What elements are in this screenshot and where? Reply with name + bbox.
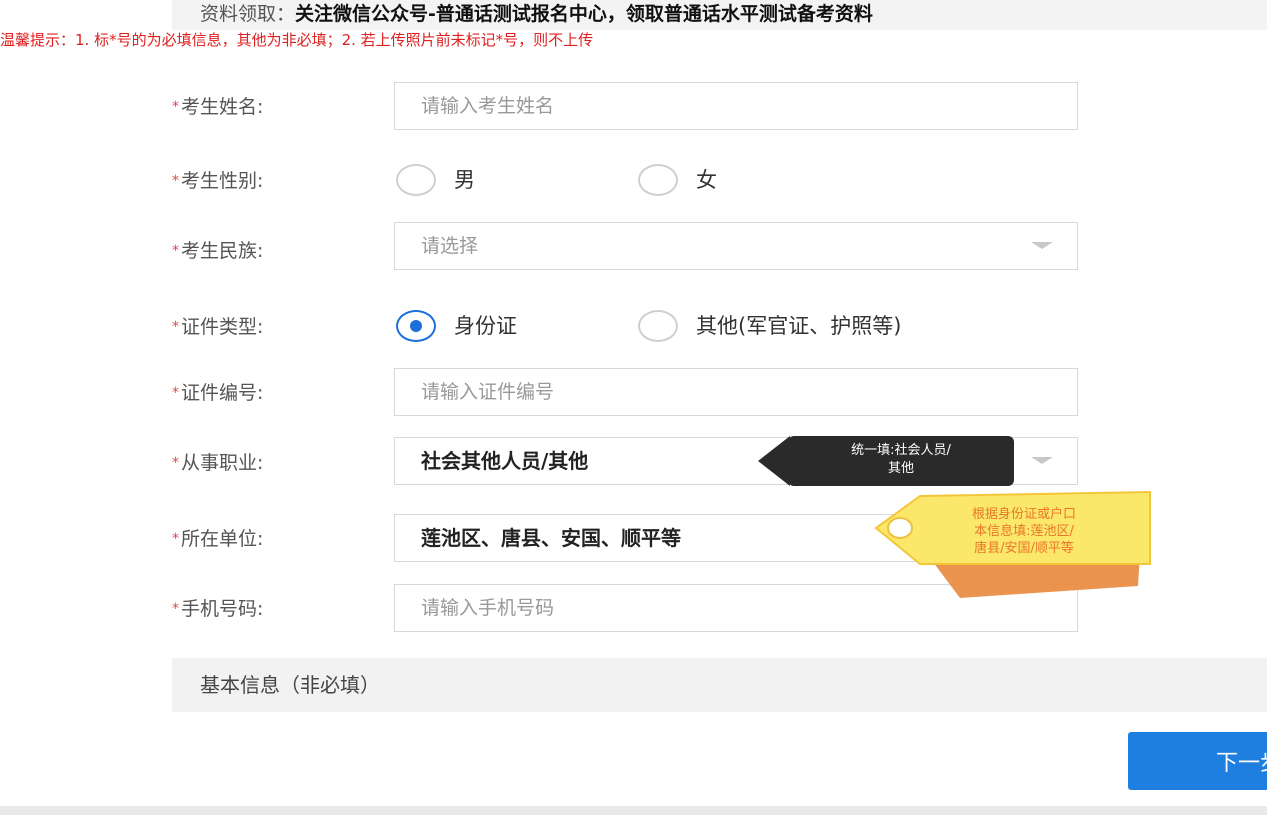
required-mark: *	[172, 319, 179, 335]
basic-info-section-title: 基本信息（非必填）	[200, 673, 380, 697]
warm-tip: 温馨提示：1. 标*号的为必填信息，其他为非必填；2. 若上传照片前未标记*号，…	[0, 31, 594, 49]
radio-circle[interactable]	[638, 310, 678, 342]
required-mark: *	[172, 173, 179, 189]
required-mark: *	[172, 385, 179, 401]
radio-circle[interactable]	[396, 164, 436, 196]
chevron-down-icon[interactable]	[1031, 457, 1053, 464]
required-mark: *	[172, 455, 179, 471]
employer-label-text: 所在单位:	[181, 528, 264, 550]
ethnicity-select-placeholder: 请选择	[421, 235, 479, 257]
id-type-option-other-label: 其他(军官证、护照等)	[696, 314, 902, 338]
info-banner-label: 资料领取：	[200, 3, 296, 25]
occupation-select-value: 社会其他人员/其他	[421, 449, 589, 473]
ethnicity-label-text: 考生民族:	[181, 240, 264, 262]
gender-option-female-label: 女	[696, 168, 717, 192]
tag-line-2: 本信息填:莲池区/	[974, 524, 1074, 539]
info-banner: 资料领取：关注微信公众号-普通话测试报名中心，领取普通话水平测试备考资料	[172, 0, 1267, 30]
next-button[interactable]: 下一步	[1128, 732, 1267, 790]
phone-label: * 手机号码:	[172, 594, 382, 624]
info-banner-text: 资料领取：关注微信公众号-普通话测试报名中心，领取普通话水平测试备考资料	[200, 0, 873, 28]
name-label-text: 考生姓名:	[181, 96, 264, 118]
gender-option-male-label: 男	[454, 168, 475, 192]
id-number-input[interactable]	[395, 369, 1077, 415]
name-label: * 考生姓名:	[172, 92, 382, 122]
tooltip-text: 统一填:社会人员/ 其他	[788, 442, 1014, 478]
id-number-label-text: 证件编号:	[181, 382, 264, 404]
id-type-option-idcard-label: 身份证	[454, 314, 517, 338]
bottom-divider	[0, 806, 1267, 815]
gender-label: * 考生性别:	[172, 166, 382, 196]
employer-field-value: 莲池区、唐县、安国、顺平等	[421, 526, 681, 550]
ethnicity-select[interactable]: 请选择	[394, 222, 1078, 270]
tag-line-3: 唐县/安国/顺平等	[974, 541, 1074, 556]
employer-hint-tag: 根据身份证或户口 本信息填:莲池区/ 唐县/安国/顺平等	[872, 490, 1152, 600]
employer-label: * 所在单位:	[172, 524, 382, 554]
id-number-label: * 证件编号:	[172, 378, 382, 408]
phone-label-text: 手机号码:	[181, 598, 264, 620]
info-banner-value: 关注微信公众号-普通话测试报名中心，领取普通话水平测试备考资料	[295, 3, 873, 25]
id-number-field-box	[394, 368, 1078, 416]
chevron-down-icon[interactable]	[1031, 242, 1053, 249]
occupation-label-text: 从事职业:	[181, 452, 264, 474]
radio-circle[interactable]	[638, 164, 678, 196]
gender-label-text: 考生性别:	[181, 170, 264, 192]
tooltip-line-2: 其他	[887, 461, 914, 476]
required-mark: *	[172, 601, 179, 617]
ethnicity-label: * 考生民族:	[172, 236, 382, 266]
tag-line-1: 根据身份证或户口	[971, 507, 1076, 522]
occupation-label: * 从事职业:	[172, 448, 382, 478]
name-field-box	[394, 82, 1078, 130]
tag-text: 根据身份证或户口 本信息填:莲池区/ 唐县/安国/顺平等	[924, 506, 1124, 557]
id-type-label-text: 证件类型:	[181, 316, 264, 338]
tooltip-line-1: 统一填:社会人员/	[851, 443, 951, 458]
id-type-label: * 证件类型:	[172, 312, 382, 342]
required-mark: *	[172, 99, 179, 115]
occupation-tooltip: 统一填:社会人员/ 其他	[758, 436, 1014, 486]
tooltip-arrow	[758, 436, 790, 486]
basic-info-section[interactable]: 基本信息（非必填）	[172, 658, 1267, 712]
radio-circle-checked[interactable]	[396, 310, 436, 342]
name-input[interactable]	[395, 83, 1077, 129]
required-mark: *	[172, 243, 179, 259]
required-mark: *	[172, 531, 179, 547]
